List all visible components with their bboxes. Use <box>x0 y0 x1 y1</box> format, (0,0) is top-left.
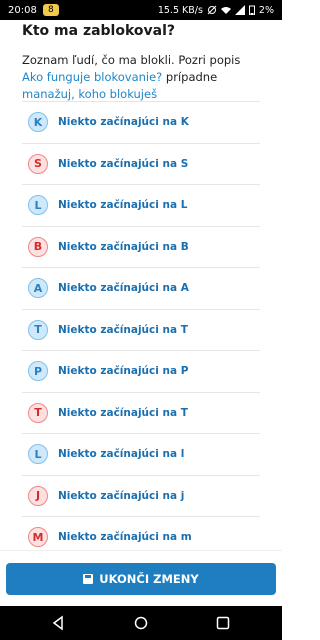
notification-badge: 8 <box>42 4 59 16</box>
avatar: K <box>28 112 48 133</box>
blocked-user-label[interactable]: Niekto začínajúci na m <box>58 531 192 543</box>
blocked-user-label[interactable]: Niekto začínajúci na P <box>58 365 188 377</box>
blocked-user-row[interactable]: T Niekto začínajúci na T <box>22 391 260 434</box>
android-navbar <box>0 606 282 640</box>
how-blocking-works-link[interactable]: Ako funguje blokovanie? <box>22 70 162 84</box>
blocked-user-label[interactable]: Niekto začínajúci na B <box>58 241 189 253</box>
save-button-label: UKONČI ZMENY <box>99 572 199 586</box>
avatar: T <box>28 319 48 340</box>
avatar: B <box>28 236 48 257</box>
blocked-user-label[interactable]: Niekto začínajúci na L <box>58 199 187 211</box>
blocked-user-label[interactable]: Niekto začínajúci na S <box>58 158 188 170</box>
avatar: L <box>28 444 48 465</box>
status-time: 20:08 <box>8 4 37 16</box>
save-button[interactable]: UKONČI ZMENY <box>6 563 276 595</box>
blocked-user-row[interactable]: K Niekto začínajúci na K <box>22 101 260 143</box>
wifi-icon <box>220 7 231 14</box>
blocked-user-row[interactable]: P Niekto začínajúci na P <box>22 350 260 392</box>
desc-text-1: Zoznam ľudí, čo ma blokli. Pozri popis <box>22 53 241 67</box>
avatar: A <box>28 278 48 299</box>
blocked-user-row[interactable]: S Niekto začínajúci na S <box>22 142 260 185</box>
blocked-user-label[interactable]: Niekto začínajúci na A <box>58 282 189 294</box>
avatar: P <box>28 361 48 382</box>
avatar: L <box>28 195 48 216</box>
page-title: Kto ma zablokoval? <box>22 23 176 39</box>
blocked-user-row[interactable]: A Niekto začínajúci na A <box>22 267 260 309</box>
blocked-user-label[interactable]: Niekto začínajúci na l <box>58 448 184 460</box>
blocked-user-row[interactable]: L Niekto začínajúci na L <box>22 184 260 226</box>
avatar: T <box>28 402 48 423</box>
battery-level: 2% <box>258 4 274 16</box>
desc-text-2: prípadne <box>162 70 218 84</box>
blocked-user-label[interactable]: Niekto začínajúci na T <box>58 324 188 336</box>
battery-icon <box>248 5 255 15</box>
blocked-user-row[interactable]: J Niekto začínajúci na j <box>22 474 260 517</box>
avatar: S <box>28 153 48 174</box>
status-bar: 20:08 8 15.5 KB/s 2% <box>0 0 282 20</box>
avatar: J <box>28 485 48 506</box>
home-icon[interactable] <box>133 615 149 631</box>
status-right: 15.5 KB/s 2% <box>158 5 274 16</box>
signal-icon <box>234 5 245 15</box>
page-description: Zoznam ľudí, čo ma blokli. Pozri popis A… <box>22 52 260 103</box>
avatar: M <box>28 527 48 548</box>
blocked-user-row[interactable]: B Niekto začínajúci na B <box>22 225 260 268</box>
bottom-bar: UKONČI ZMENY <box>0 550 282 607</box>
blocked-user-row[interactable]: L Niekto začínajúci na l <box>22 433 260 475</box>
manage-blocked-link[interactable]: manažuj, koho blokuješ <box>22 87 157 101</box>
save-icon <box>83 574 94 584</box>
blocked-list: K Niekto začínajúci na K S Niekto začínajúc… <box>22 101 260 550</box>
recent-apps-icon[interactable] <box>215 615 231 631</box>
back-icon[interactable] <box>50 615 66 631</box>
blocked-user-label[interactable]: Niekto začínajúci na T <box>58 407 188 419</box>
mute-icon <box>207 5 217 15</box>
blocked-user-row[interactable]: T Niekto začínajúci na T <box>22 308 260 351</box>
page-content: Kto ma zablokoval? Zoznam ľudí, čo ma bl… <box>0 20 282 550</box>
blocked-user-label[interactable]: Niekto začínajúci na j <box>58 490 184 502</box>
blocked-user-row[interactable]: M Niekto začínajúci na m <box>22 516 260 550</box>
blocked-user-label[interactable]: Niekto začínajúci na K <box>58 116 189 128</box>
network-speed: 15.5 KB/s <box>157 4 203 16</box>
